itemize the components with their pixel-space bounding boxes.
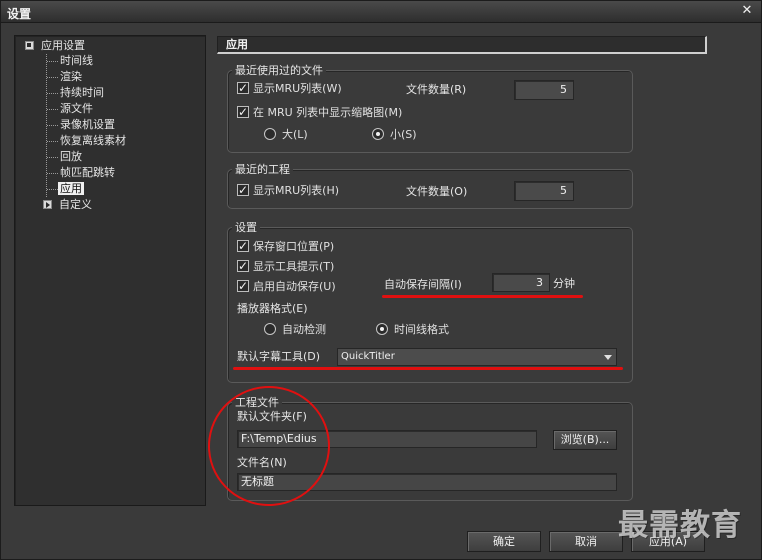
- ok-button[interactable]: 确定: [467, 531, 541, 552]
- watermark: 最需教育: [618, 508, 742, 543]
- tree-item-deck-settings[interactable]: 录像机设置: [47, 117, 115, 133]
- default-titler-select[interactable]: QuickTitler: [337, 348, 617, 366]
- tree-item-app-settings[interactable]: 应用设置: [25, 38, 85, 54]
- tree-item-application[interactable]: 应用: [47, 181, 84, 197]
- thumb-size-small-radio[interactable]: 小(S): [372, 127, 417, 143]
- settings-dialog: 设置 ✕ 应用设置 时间线 渲染 持续时间 源文件 录像机设置 恢复离线素材 回…: [0, 0, 762, 560]
- thumb-size-large-radio[interactable]: 大(L): [264, 127, 308, 143]
- tree-item-source-file[interactable]: 源文件: [47, 101, 93, 117]
- default-titler-label: 默认字幕工具(D): [237, 350, 321, 363]
- project-count-label: 文件数量(O): [406, 185, 468, 198]
- autosave-interval-label: 自动保存间隔(I): [384, 278, 462, 291]
- file-count-label: 文件数量(R): [406, 83, 467, 96]
- tree-item-restore-offline[interactable]: 恢复离线素材: [47, 133, 126, 149]
- show-mru-projects-checkbox[interactable]: 显示MRU列表(H): [237, 182, 339, 199]
- tree-item-custom[interactable]: 自定义: [43, 197, 92, 213]
- tree-item-duration[interactable]: 持续时间: [47, 85, 104, 101]
- radio-off-icon: [264, 128, 276, 140]
- checkbox-checked-icon: [237, 278, 249, 294]
- tree-item-timeline[interactable]: 时间线: [47, 53, 93, 69]
- annotation-underline: [382, 295, 583, 298]
- settings-tree: 应用设置 时间线 渲染 持续时间 源文件 录像机设置 恢复离线素材 回放 帧匹配…: [14, 35, 206, 506]
- radio-off-icon: [264, 323, 276, 335]
- checkbox-checked-icon: [237, 238, 249, 254]
- show-tooltips-checkbox[interactable]: 显示工具提示(T): [237, 258, 334, 275]
- player-format-label: 播放器格式(E): [237, 302, 308, 315]
- chevron-down-icon[interactable]: [604, 355, 612, 360]
- tree-item-label: 应用设置: [41, 39, 85, 52]
- auto-detect-radio[interactable]: 自动检测: [264, 322, 326, 338]
- tree-item-playback[interactable]: 回放: [47, 149, 82, 165]
- show-thumbnails-checkbox[interactable]: 在 MRU 列表中显示缩略图(M): [237, 104, 402, 121]
- title-bar: 设置 ✕: [1, 1, 761, 23]
- project-count-input[interactable]: 5: [514, 181, 574, 201]
- group-legend: 设置: [232, 219, 260, 235]
- show-mru-files-checkbox[interactable]: 显示MRU列表(W): [237, 80, 342, 97]
- panel-title: 应用: [217, 36, 707, 54]
- save-window-position-checkbox[interactable]: 保存窗口位置(P): [237, 238, 334, 255]
- close-icon[interactable]: ✕: [739, 3, 755, 19]
- radio-on-icon: [372, 128, 384, 140]
- group-legend: 最近的工程: [232, 161, 293, 177]
- checkbox-checked-icon: [237, 80, 249, 96]
- dialog-title: 设置: [7, 7, 32, 21]
- timeline-format-radio[interactable]: 时间线格式: [376, 322, 449, 338]
- collapse-icon[interactable]: [25, 41, 34, 50]
- expand-icon[interactable]: [43, 200, 52, 209]
- autosave-unit-label: 分钟: [553, 277, 575, 290]
- tree-item-label: 自定义: [59, 198, 92, 211]
- checkbox-checked-icon: [237, 182, 249, 198]
- autosave-interval-input[interactable]: 3: [492, 273, 550, 292]
- checkbox-checked-icon: [237, 258, 249, 274]
- tree-item-match-frame[interactable]: 帧匹配跳转: [47, 165, 115, 181]
- enable-autosave-checkbox[interactable]: 启用自动保存(U): [237, 278, 336, 295]
- radio-on-icon: [376, 323, 388, 335]
- tree-item-render[interactable]: 渲染: [47, 69, 82, 85]
- default-titler-value: QuickTitler: [341, 351, 395, 362]
- cancel-button[interactable]: 取消: [549, 531, 623, 552]
- annotation-underline: [233, 367, 623, 370]
- checkbox-checked-icon: [237, 104, 249, 120]
- file-count-input[interactable]: 5: [514, 80, 574, 100]
- group-legend: 最近使用过的文件: [232, 62, 326, 78]
- browse-button[interactable]: 浏览(B)...: [553, 430, 617, 450]
